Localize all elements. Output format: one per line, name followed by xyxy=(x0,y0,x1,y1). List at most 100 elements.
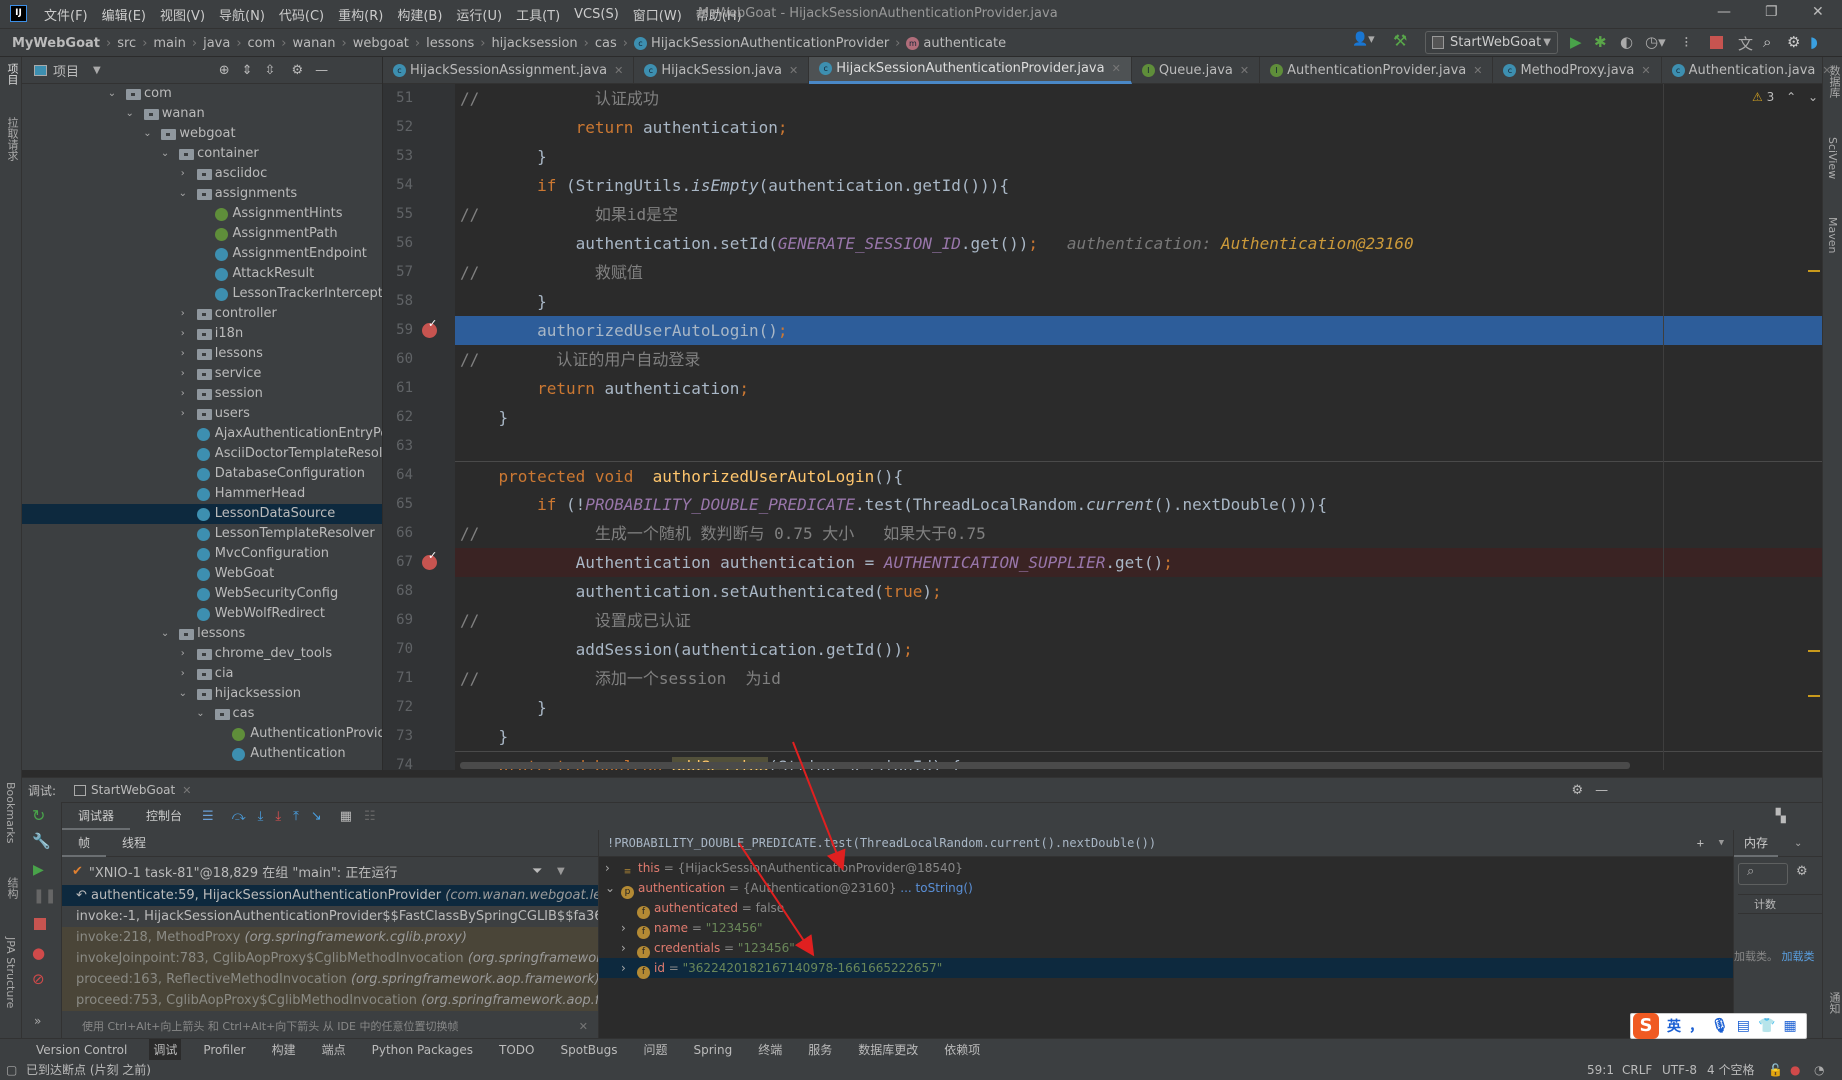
indent-setting[interactable]: 4 个空格 xyxy=(1707,1060,1754,1080)
tree-item[interactable]: › cia xyxy=(22,664,382,684)
code-line[interactable]: protected void authorizedUserAutoLogin()… xyxy=(455,461,1822,490)
breadcrumb-item[interactable]: webgoat xyxy=(353,36,409,51)
code-line[interactable]: // 设置成已认证 xyxy=(455,606,1822,635)
code-editor[interactable]: // 认证成功 return authentication; } if (Str… xyxy=(455,84,1822,770)
tree-item[interactable]: DatabaseConfiguration xyxy=(22,464,382,484)
tree-item[interactable]: LessonTemplateResolver xyxy=(22,524,382,544)
editor-tab[interactable]: I Queue.java ✕ xyxy=(1132,56,1261,84)
locate-file-icon[interactable]: ⊕ xyxy=(219,63,230,78)
close-hint-icon[interactable]: ✕ xyxy=(579,1016,588,1038)
tab-frames[interactable]: 帧 xyxy=(62,830,107,857)
warning-stripe-marker[interactable] xyxy=(1808,695,1820,697)
expand-all-icon[interactable]: ⇕ xyxy=(242,63,253,78)
keyboard-icon[interactable]: ▤ xyxy=(1737,1018,1750,1034)
code-line[interactable]: } xyxy=(455,693,1822,722)
memory-search-input[interactable]: ⌕ xyxy=(1738,863,1788,885)
build-hammer-icon[interactable]: ⚒ xyxy=(1393,31,1407,50)
tool-tab[interactable]: 问题 xyxy=(640,1039,672,1061)
menu-item[interactable]: 窗口(W) xyxy=(633,5,682,24)
more-icon[interactable]: » xyxy=(34,1014,41,1028)
trace-icon[interactable]: ☷ xyxy=(364,809,376,824)
tree-item[interactable]: LessonDataSource xyxy=(22,504,382,524)
chevron-down-icon[interactable]: ▼ xyxy=(557,866,565,877)
chevron-right-icon[interactable]: › xyxy=(177,304,189,324)
file-encoding[interactable]: UTF-8 xyxy=(1662,1060,1697,1080)
force-step-into-icon[interactable]: ⤓ xyxy=(275,809,281,824)
view-breakpoints-icon[interactable]: ● xyxy=(32,944,45,962)
tree-item[interactable]: AsciiDoctorTemplateResolver xyxy=(22,444,382,464)
horizontal-scrollbar[interactable] xyxy=(460,762,1630,769)
tab-threads[interactable]: 线程 xyxy=(106,830,162,857)
ime-toolbar[interactable]: S 英 ， 🎙 ▤ 👕 ▦ xyxy=(1630,1013,1807,1039)
chevron-down-icon[interactable]: ⌄ xyxy=(124,104,136,124)
code-line[interactable]: // 生成一个随机 数判断与 0.75 大小 如果大于0.75 xyxy=(455,519,1822,548)
breakpoint-icon[interactable] xyxy=(422,317,437,338)
pause-icon[interactable]: ❚❚ xyxy=(33,888,56,904)
code-line[interactable]: addSession(authentication.getId()); xyxy=(455,635,1822,664)
menu-item[interactable]: 重构(R) xyxy=(338,5,383,24)
breadcrumb-item[interactable]: authenticate xyxy=(923,36,1006,51)
menu-item[interactable]: 代码(C) xyxy=(279,5,324,24)
bookmarks-tool-button[interactable]: Bookmarks xyxy=(4,782,17,843)
microphone-icon[interactable]: 🎙 xyxy=(1711,1018,1729,1034)
editor-tab[interactable]: c HijackSession.java ✕ xyxy=(634,56,810,84)
maven-tool-button[interactable]: Maven xyxy=(1826,217,1839,253)
toolbox-icon[interactable]: ▦ xyxy=(1783,1018,1796,1034)
close-icon[interactable]: ✕ xyxy=(1812,4,1824,20)
chevron-right-icon[interactable]: › xyxy=(177,164,189,184)
project-tool-button[interactable]: 项目 xyxy=(4,63,20,85)
evaluate-expression-icon[interactable]: ▦ xyxy=(340,809,352,824)
collapse-all-icon[interactable]: ⇳ xyxy=(265,63,276,78)
tree-item[interactable]: › service xyxy=(22,364,382,384)
tree-item[interactable]: ⌄ hijacksession xyxy=(22,684,382,704)
attach-debugger-icon[interactable]: ⁝ xyxy=(1684,33,1689,51)
code-line[interactable]: Authentication authentication = AUTHENTI… xyxy=(455,548,1822,577)
debug-session-tab[interactable]: StartWebGoat xyxy=(91,783,175,797)
gear-icon[interactable]: ⚙ xyxy=(1787,33,1800,51)
chevron-right-icon[interactable]: › xyxy=(177,664,189,684)
code-line[interactable] xyxy=(455,432,1822,461)
menu-item[interactable]: 工具(T) xyxy=(516,5,560,24)
skin-icon[interactable]: 👕 xyxy=(1758,1018,1775,1034)
tree-item[interactable]: › lessons xyxy=(22,344,382,364)
gear-icon[interactable]: ⚙ xyxy=(1571,783,1583,798)
editor-gutter[interactable]: 51 52 53 54 55 56 57 58 59 60 61 62 63 64 65 66 67 68 69 70… xyxy=(383,84,455,773)
tree-item[interactable]: WebWolfRedirect xyxy=(22,604,382,624)
chevron-right-icon[interactable]: › xyxy=(177,364,189,384)
tree-item[interactable]: WebGoat xyxy=(22,564,382,584)
code-with-me-icon[interactable]: ◗ xyxy=(1810,33,1818,51)
tree-item[interactable]: LessonTrackerInterceptor xyxy=(22,284,382,304)
code-line[interactable]: // 添加一个session 为id xyxy=(455,664,1822,693)
tool-tab[interactable]: Profiler xyxy=(199,1039,249,1061)
close-tab-icon[interactable]: ✕ xyxy=(1641,64,1650,77)
to-string-link[interactable]: ... toString() xyxy=(896,881,972,895)
restore-icon[interactable]: ❐ xyxy=(1765,4,1778,20)
code-line[interactable]: // 认证的用户自动登录 xyxy=(455,345,1822,374)
thread-selector[interactable]: ✔ "XNIO-1 task-81"@18,829 在组 "main": 正在运… xyxy=(62,860,598,882)
breadcrumb-item[interactable]: main xyxy=(153,36,185,51)
chevron-right-icon[interactable]: › xyxy=(177,644,189,664)
variable-row[interactable]: f authenticated = false xyxy=(599,898,1734,919)
run-icon[interactable]: ▶ xyxy=(1570,33,1582,51)
gear-icon[interactable]: ⚙ xyxy=(291,63,303,78)
chevron-down-icon[interactable]: ⌄ xyxy=(141,124,153,144)
show-execution-point-icon[interactable]: ☰ xyxy=(202,809,214,824)
close-tab-icon[interactable]: ✕ xyxy=(1822,64,1831,77)
tree-item[interactable]: AuthenticationProvider xyxy=(22,724,382,744)
chevron-right-icon[interactable]: › xyxy=(177,344,189,364)
tree-item[interactable]: ⌄ cas xyxy=(22,704,382,724)
chevron-right-icon[interactable]: › xyxy=(177,384,189,404)
memory-table-header[interactable]: 计数 xyxy=(1738,894,1823,914)
chevron-right-icon[interactable]: › xyxy=(177,404,189,424)
code-line[interactable]: authentication.setAuthenticated(true); xyxy=(455,577,1822,606)
translate-icon[interactable]: 文 xyxy=(1738,33,1753,54)
variable-row[interactable]: › f name = "123456" xyxy=(599,918,1734,939)
code-line[interactable]: // 如果id是空 xyxy=(455,200,1822,229)
tree-item[interactable]: AssignmentPath xyxy=(22,224,382,244)
gear-icon[interactable]: ⚙ xyxy=(1796,864,1808,879)
tool-tab[interactable]: Spring xyxy=(690,1039,737,1061)
code-line[interactable]: return authentication; xyxy=(455,374,1822,403)
vcs-user-icon[interactable]: 👤▾ xyxy=(1352,32,1375,47)
warning-stripe-marker[interactable] xyxy=(1808,270,1820,272)
step-out-icon[interactable]: ⤒ xyxy=(293,809,299,824)
